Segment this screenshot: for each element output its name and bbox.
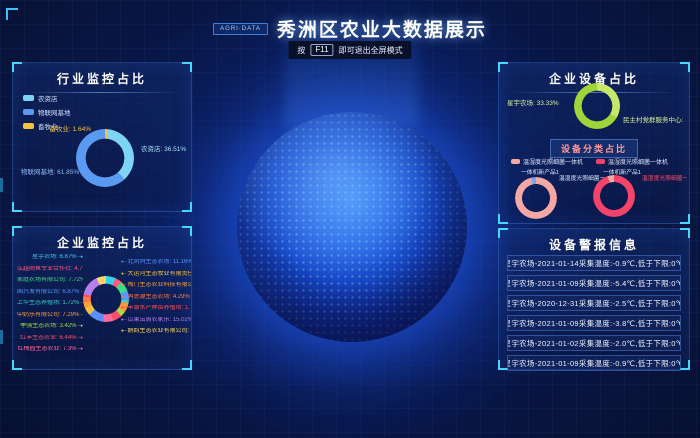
corner-decoration [498, 214, 508, 224]
category-donut-left[interactable] [515, 177, 557, 219]
chart-label: 大运河生态牧业有限责任公 [121, 271, 191, 278]
corner-decoration [498, 62, 508, 72]
legend-item[interactable]: 畜牧业 [23, 121, 71, 131]
chart-label: 民主村党群服务中心: [623, 114, 687, 124]
edge-tick-decoration [0, 178, 3, 192]
f11-key-badge: F11 [310, 44, 333, 56]
industry-legend: 农资店 物联网基地 畜牧业 [23, 93, 71, 131]
alarm-row: 星宇农场-2021-01-09采集温度:-5.4℃,低于下限:0℃ [507, 275, 681, 291]
chart-label: 国兴发有限公司: 6.87% [17, 289, 83, 296]
corner-decoration [182, 202, 192, 212]
alarm-row: 星宇农场-2021-01-09采集温度:-0.9℃,低于下限:0℃ [507, 355, 681, 371]
chart-label: 农资店: 36.51% [141, 143, 186, 153]
chart-label: 季强生态农场: 3.42% [20, 323, 83, 330]
corner-decoration [12, 360, 22, 370]
dashboard-page: AGRI·DATA 秀洲区农业大数据展示 按 F11 即可退出全屏模式 行业监控… [0, 0, 700, 438]
header: AGRI·DATA 秀洲区农业大数据展示 [0, 15, 700, 42]
globe-graphic [237, 112, 467, 342]
chart-label: 鹅韵生态农业有限公司: 6.87% [121, 328, 191, 335]
brand-logo: AGRI·DATA [213, 23, 268, 35]
edge-tick-decoration [0, 330, 3, 344]
chart-label: 陶门生态农业科技有限公司 [121, 282, 191, 289]
legend-swatch [23, 95, 34, 101]
corner-decoration [12, 62, 22, 72]
fullscreen-hint: 按 F11 即可退出全屏模式 [288, 41, 411, 59]
page-title: 秀洲区农业大数据展示 [277, 15, 487, 42]
corner-decoration [182, 226, 192, 236]
chart-label: 星宇农场: 6.87% [32, 254, 83, 261]
corner-decoration [680, 228, 690, 238]
panel-enterprise-monitor: 企业监控占比 星宇农场: 6.87% 弘越雨鱼专业合作社: 4.72% 家庭农场… [12, 226, 192, 370]
chart-label: 丰源水产种苗养殖场: 1. [121, 305, 190, 312]
chart-label: 中奶乐有限公司: 7.29% [17, 312, 83, 319]
panel-device-alarms: 设备警报信息 星宇农场-2021-01-14采集温度:-0.9℃,低于下限:0℃… [498, 228, 690, 370]
chart-label: 红丰生态农业: 6.44% [20, 335, 83, 342]
category-legend-left[interactable]: 温湿度光照细菌一体机 [511, 157, 583, 166]
alarm-row: 星宇农场-2021-01-09采集温度:-3.8℃,低于下限:0℃ [507, 315, 681, 331]
panel-title: 设备警报信息 [499, 229, 689, 258]
panel-device-ratio: 企业设备占比 星宇农场: 33.33% 民主村党群服务中心: 设备分类占比 温湿… [498, 62, 690, 224]
legend-item[interactable]: 农资店 [23, 93, 71, 103]
category-donut-right[interactable] [593, 175, 635, 217]
enterprise-labels-right: 北玥鸽生态农场: 11.16% 大运河生态牧业有限责任公 陶门生态农业科技有限公… [121, 259, 191, 335]
legend-label: 物联网基地 [38, 107, 71, 117]
category-legend-right[interactable]: 温湿度光照细菌一体机 [596, 157, 668, 166]
chart-label: 弘越雨鱼专业合作社: 4.72% [17, 266, 83, 273]
chart-label: 家庭农场有限公司: 7.72% [17, 277, 83, 284]
chart-label: 一体机新产品1 [521, 167, 559, 176]
alarm-row: 星宇农场-2021-01-14采集温度:-0.9℃,低于下限:0℃ [507, 255, 681, 271]
chart-label: 物联网基地: 61.85% [21, 166, 79, 176]
panel-title: 企业监控占比 [13, 227, 191, 256]
enterprise-labels-left: 星宇农场: 6.87% 弘越雨鱼专业合作社: 4.72% 家庭农场有限公司: 7… [17, 254, 83, 353]
device-donut-chart[interactable] [574, 83, 620, 129]
legend-item[interactable]: 物联网基地 [23, 107, 71, 117]
chart-label: 北玥鸽生态农场: 11.16% [121, 259, 191, 266]
corner-decoration [680, 360, 690, 370]
industry-donut-chart[interactable] [76, 129, 134, 187]
legend-label: 温湿度光照细菌一体机 [523, 157, 583, 166]
chart-label: 瓜果沄周农家乐: 15.02% [121, 317, 191, 324]
corner-decoration [680, 214, 690, 224]
corner-decoration [182, 62, 192, 72]
chart-label: 上华生态养殖场: 1.72% [17, 300, 83, 307]
corner-decoration [12, 202, 22, 212]
alarm-row: 星宇农场-2021-01-02采集温度:-2.0℃,低于下限:0℃ [507, 335, 681, 351]
alarm-list: 星宇农场-2021-01-14采集温度:-0.9℃,低于下限:0℃ 星宇农场-2… [507, 255, 681, 371]
legend-swatch [511, 159, 520, 164]
device-category-title: 设备分类占比 [550, 139, 638, 158]
legend-swatch [23, 109, 34, 115]
chart-label: 星宇农场: 33.33% [507, 97, 559, 107]
hint-prefix: 按 [297, 45, 305, 56]
legend-label: 农资店 [38, 93, 58, 103]
chart-label: 温湿度光照细菌一— [642, 173, 687, 182]
legend-label: 畜牧业 [38, 121, 58, 131]
alarm-row: 星宇农场-2020-12-31采集温度:-2.5℃,低于下限:0℃ [507, 295, 681, 311]
legend-swatch [596, 159, 605, 164]
corner-decoration [12, 226, 22, 236]
chart-label: 鸭思源生态农场: 4.29% [121, 294, 190, 301]
corner-decoration [680, 62, 690, 72]
hint-suffix: 即可退出全屏模式 [339, 45, 403, 56]
legend-label: 温湿度光照细菌一体机 [608, 157, 668, 166]
panel-title: 行业监控占比 [13, 63, 191, 92]
panel-industry-monitor: 行业监控占比 农资店 物联网基地 畜牧业 [12, 62, 192, 212]
legend-swatch [23, 123, 34, 129]
chart-label: 红梅园生态农业: 7.3% [18, 346, 84, 353]
corner-decoration [182, 360, 192, 370]
corner-decoration [498, 228, 508, 238]
